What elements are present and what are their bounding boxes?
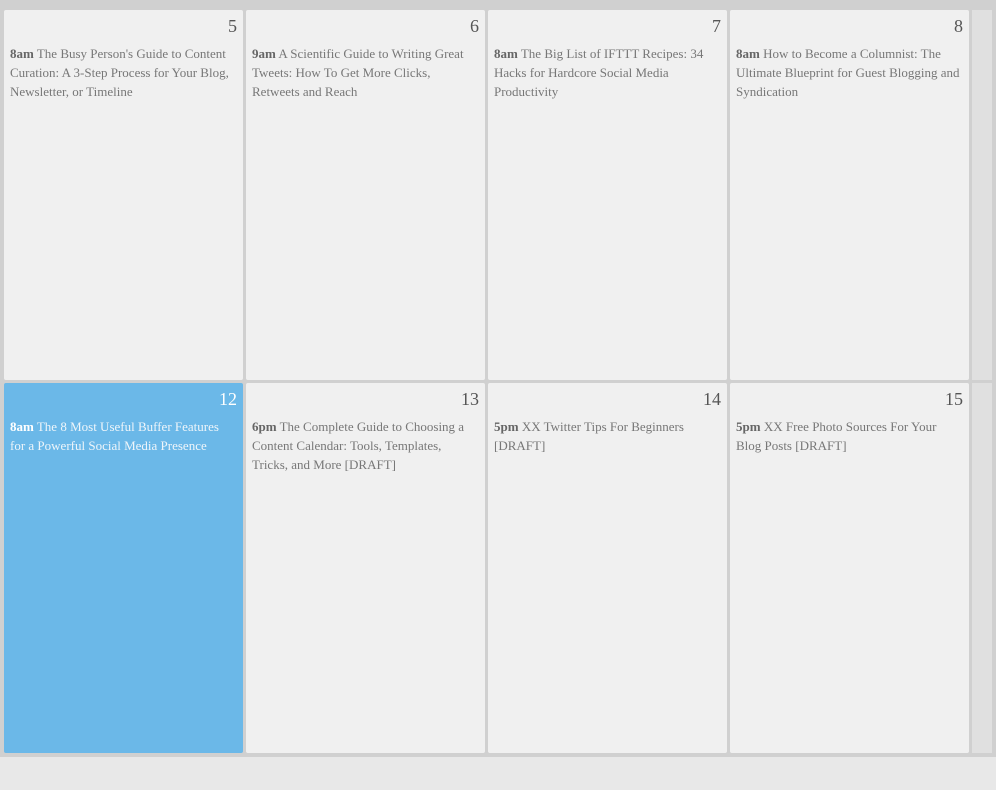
cell-event-7: 8am The Big List of IFTTT Recipes: 34 Ha… xyxy=(494,45,721,102)
event-text-6: A Scientific Guide to Writing Great Twee… xyxy=(252,46,464,99)
calendar-cell-13[interactable]: 13 6pm The Complete Guide to Choosing a … xyxy=(246,383,485,753)
side-stub-row2 xyxy=(972,383,992,753)
event-time-8: 8am xyxy=(736,46,760,61)
event-text-5: The Busy Person's Guide to Content Curat… xyxy=(10,46,229,99)
calendar-cell-15[interactable]: 15 5pm XX Free Photo Sources For Your Bl… xyxy=(730,383,969,753)
cell-date-7: 7 xyxy=(494,16,721,37)
cell-event-12: 8am The 8 Most Useful Buffer Features fo… xyxy=(10,418,237,456)
calendar-cell-7[interactable]: 7 8am The Big List of IFTTT Recipes: 34 … xyxy=(488,10,727,380)
calendar-cell-5[interactable]: 5 8am The Busy Person's Guide to Content… xyxy=(4,10,243,380)
event-text-14: XX Twitter Tips For Beginners [DRAFT] xyxy=(494,419,684,453)
cell-event-6: 9am A Scientific Guide to Writing Great … xyxy=(252,45,479,102)
event-time-5: 8am xyxy=(10,46,34,61)
event-time-6: 9am xyxy=(252,46,276,61)
event-time-12: 8am xyxy=(10,419,34,434)
calendar-cell-8[interactable]: 8 8am How to Become a Columnist: The Ult… xyxy=(730,10,969,380)
event-text-13: The Complete Guide to Choosing a Content… xyxy=(252,419,464,472)
cell-date-14: 14 xyxy=(494,389,721,410)
cell-date-13: 13 xyxy=(252,389,479,410)
event-text-7: The Big List of IFTTT Recipes: 34 Hacks … xyxy=(494,46,703,99)
cell-event-5: 8am The Busy Person's Guide to Content C… xyxy=(10,45,237,102)
event-time-14: 5pm xyxy=(494,419,519,434)
cell-event-8: 8am How to Become a Columnist: The Ultim… xyxy=(736,45,963,102)
event-text-12: The 8 Most Useful Buffer Features for a … xyxy=(10,419,219,453)
cell-date-5: 5 xyxy=(10,16,237,37)
event-time-7: 8am xyxy=(494,46,518,61)
cell-date-15: 15 xyxy=(736,389,963,410)
calendar-cell-14[interactable]: 14 5pm XX Twitter Tips For Beginners [DR… xyxy=(488,383,727,753)
cell-event-13: 6pm The Complete Guide to Choosing a Con… xyxy=(252,418,479,475)
cell-date-12: 12 xyxy=(10,389,237,410)
cell-date-6: 6 xyxy=(252,16,479,37)
calendar-cell-12[interactable]: 12 8am The 8 Most Useful Buffer Features… xyxy=(4,383,243,753)
event-text-8: How to Become a Columnist: The Ultimate … xyxy=(736,46,960,99)
calendar-grid: 5 8am The Busy Person's Guide to Content… xyxy=(0,6,996,757)
calendar-cell-6[interactable]: 6 9am A Scientific Guide to Writing Grea… xyxy=(246,10,485,380)
side-stub-row1 xyxy=(972,10,992,380)
cell-date-8: 8 xyxy=(736,16,963,37)
cell-event-15: 5pm XX Free Photo Sources For Your Blog … xyxy=(736,418,963,456)
event-text-15: XX Free Photo Sources For Your Blog Post… xyxy=(736,419,936,453)
cell-event-14: 5pm XX Twitter Tips For Beginners [DRAFT… xyxy=(494,418,721,456)
event-time-15: 5pm xyxy=(736,419,761,434)
event-time-13: 6pm xyxy=(252,419,277,434)
